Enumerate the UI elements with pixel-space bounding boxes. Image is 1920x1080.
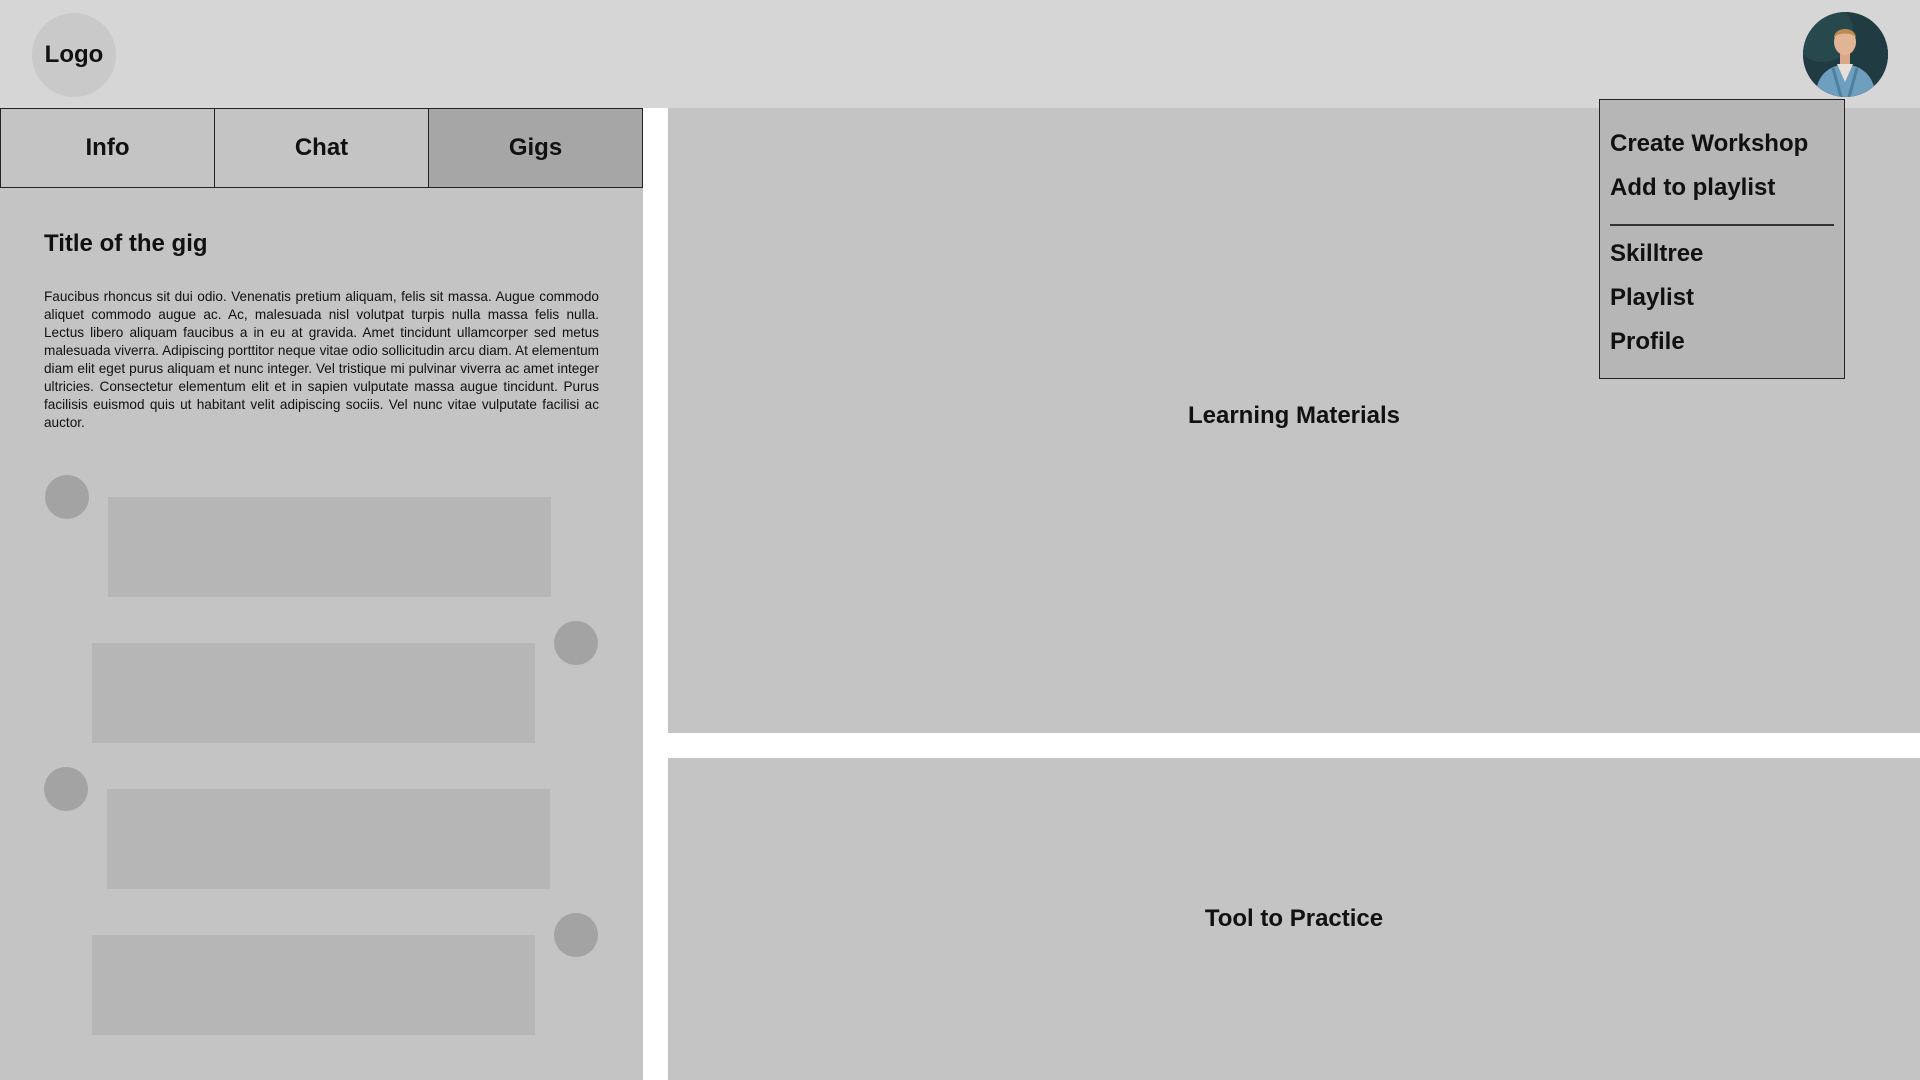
gig-description: Faucibus rhoncus sit dui odio. Venenatis…	[44, 289, 599, 430]
logo[interactable]: Logo	[32, 13, 116, 97]
tab-chat-label: Chat	[294, 134, 349, 161]
message-placeholder	[108, 497, 551, 597]
message-avatar	[554, 621, 598, 665]
message-placeholder	[107, 789, 550, 889]
tab-bar: Info Chat Gigs	[0, 108, 643, 188]
tab-gigs-label: Gigs	[508, 134, 563, 161]
logo-label: Logo	[44, 41, 104, 68]
menu-item-profile[interactable]: Profile	[1610, 320, 1834, 364]
practice-tool-panel[interactable]: Tool to Practice	[668, 758, 1920, 1080]
tab-info-label: Info	[85, 134, 130, 161]
message-avatar	[554, 913, 598, 957]
message-placeholder	[92, 935, 535, 1035]
tab-chat[interactable]: Chat	[215, 108, 429, 188]
menu-item-skilltree[interactable]: Skilltree	[1610, 232, 1834, 276]
avatar-photo-icon	[1803, 12, 1888, 97]
gig-title: Title of the gig	[44, 230, 208, 257]
menu-item-add-to-playlist[interactable]: Add to playlist	[1610, 166, 1834, 210]
user-avatar[interactable]	[1803, 12, 1888, 97]
user-dropdown-menu: Create Workshop Add to playlist Skilltre…	[1599, 99, 1845, 379]
left-panel: Info Chat Gigs Title of the gig Faucibus…	[0, 108, 643, 1080]
tab-gigs[interactable]: Gigs	[429, 108, 643, 188]
message-avatar	[45, 475, 89, 519]
tab-info[interactable]: Info	[0, 108, 215, 188]
menu-item-create-workshop[interactable]: Create Workshop	[1610, 122, 1834, 166]
practice-tool-label: Tool to Practice	[1204, 905, 1384, 932]
menu-item-playlist[interactable]: Playlist	[1610, 276, 1834, 320]
message-placeholder	[92, 643, 535, 743]
menu-divider	[1610, 224, 1834, 226]
message-avatar	[44, 767, 88, 811]
learning-materials-label: Learning Materials	[1187, 401, 1401, 429]
header: Logo	[0, 0, 1920, 108]
